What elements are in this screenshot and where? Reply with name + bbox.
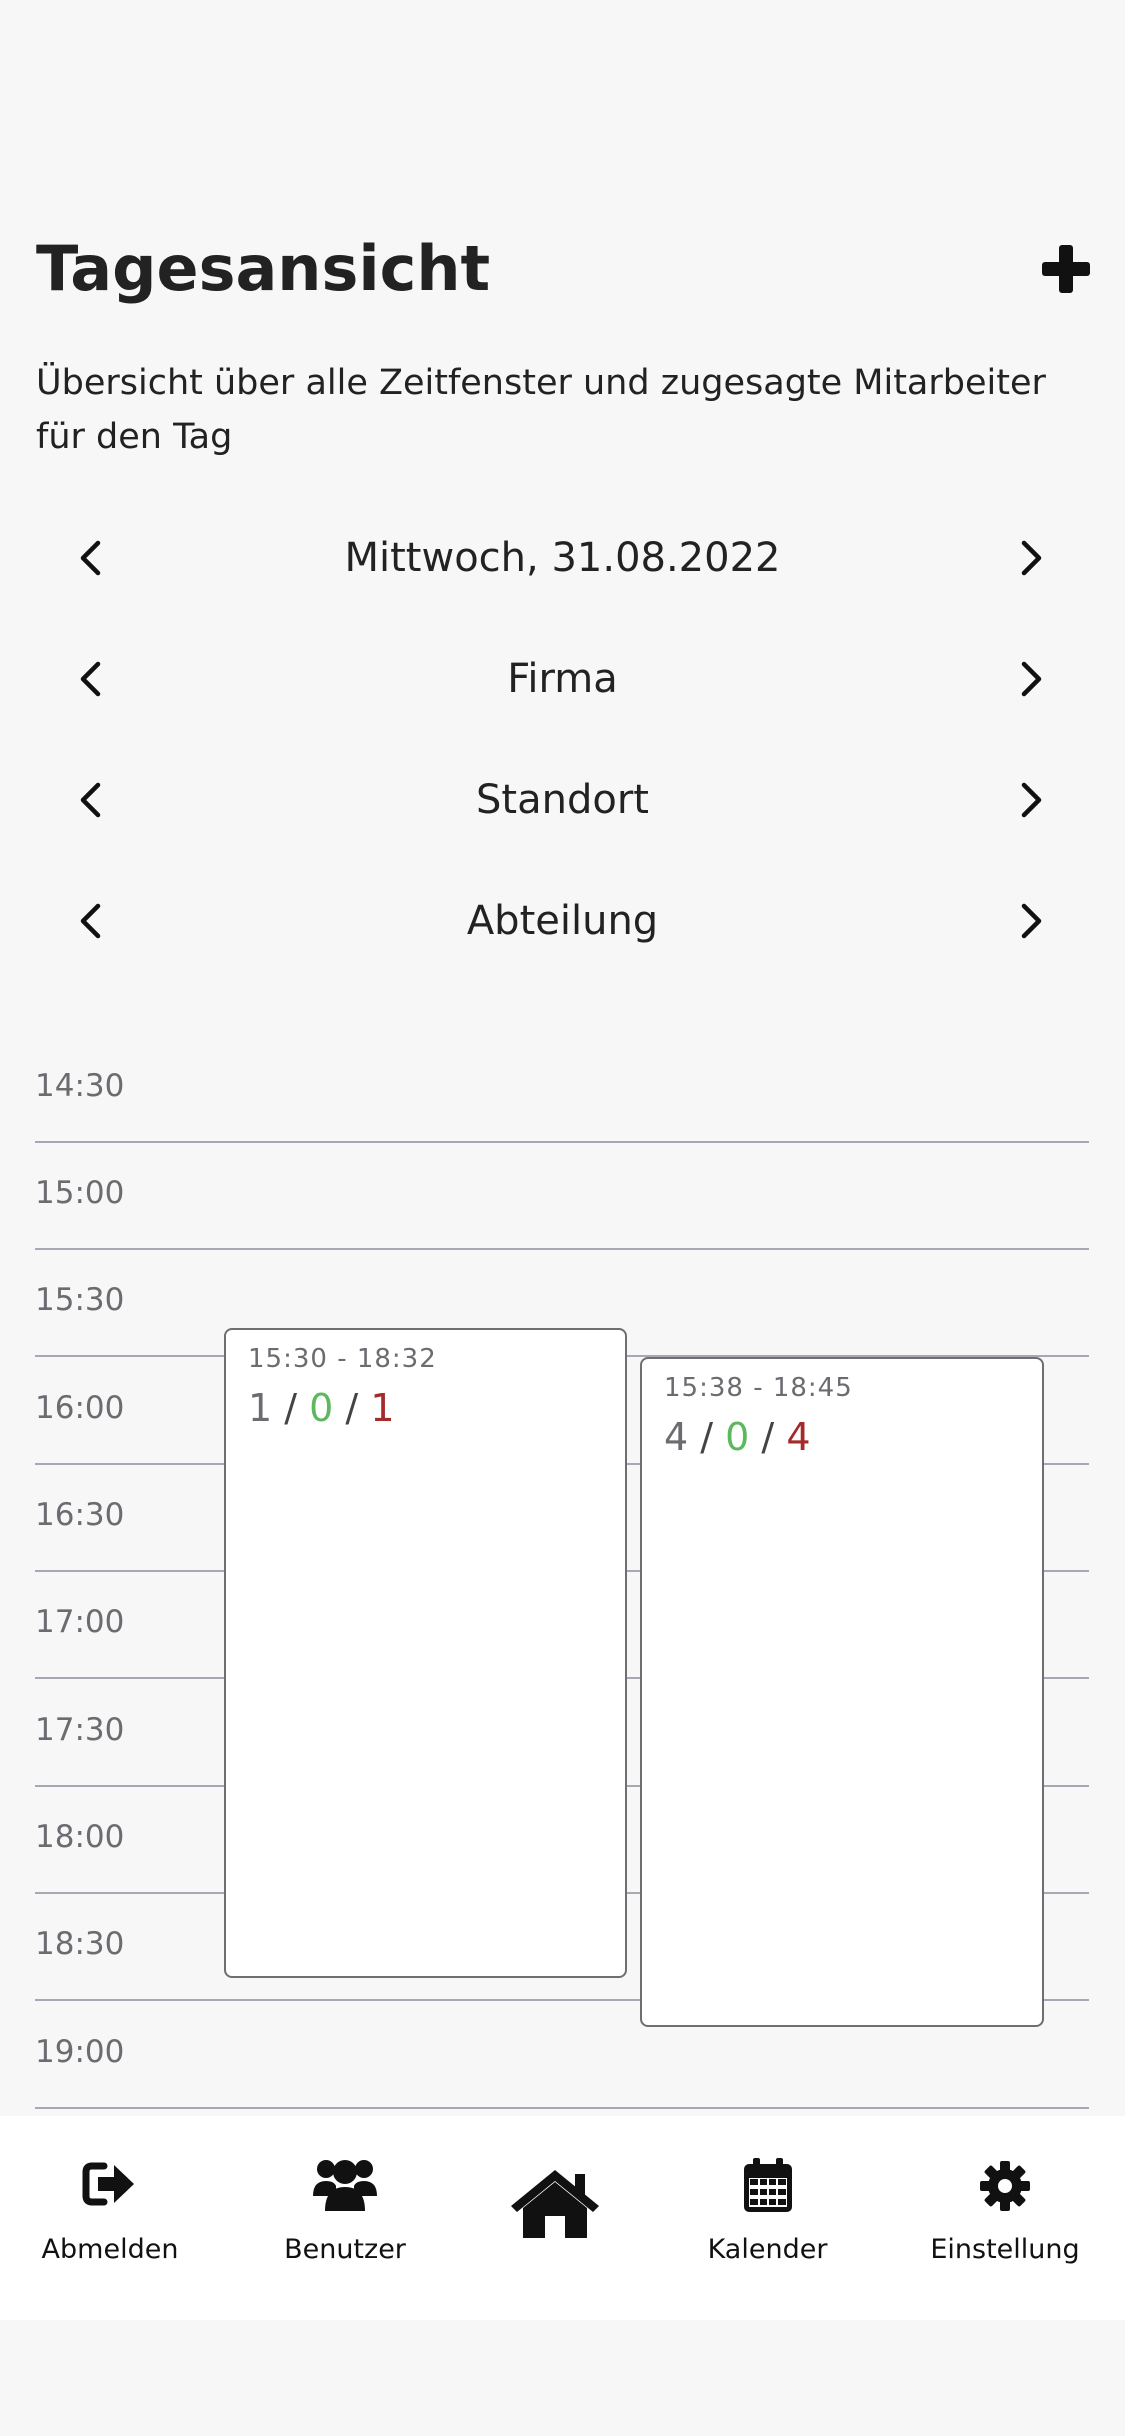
time-slot-divider bbox=[35, 1141, 1089, 1143]
date-selector: Mittwoch, 31.08.2022 bbox=[0, 518, 1125, 598]
time-slot-label: 15:30 bbox=[35, 1282, 125, 1318]
previous-department-button[interactable] bbox=[66, 897, 114, 945]
nav-logout[interactable]: Abmelden bbox=[20, 2116, 200, 2320]
total-count: 4 bbox=[664, 1415, 689, 1459]
plus-icon bbox=[1042, 245, 1090, 293]
nav-calendar-label: Kalender bbox=[707, 2234, 828, 2265]
time-window-range: 15:38 - 18:45 bbox=[664, 1373, 853, 1403]
time-slot-label: 16:00 bbox=[35, 1390, 125, 1426]
chevron-left-icon bbox=[80, 903, 101, 939]
page-title: Tagesansicht bbox=[36, 232, 491, 305]
time-window-card[interactable]: 15:30 - 18:32 1 / 0 / 1 bbox=[224, 1328, 627, 1978]
nav-calendar[interactable]: Kalender bbox=[680, 2116, 855, 2320]
open-count: 4 bbox=[786, 1415, 811, 1459]
previous-location-button[interactable] bbox=[66, 776, 114, 824]
calendar-icon bbox=[743, 2158, 792, 2212]
time-slot-label: 16:30 bbox=[35, 1497, 125, 1533]
location-label: Standort bbox=[476, 777, 649, 823]
add-button[interactable] bbox=[1040, 243, 1092, 295]
chevron-right-icon bbox=[1021, 782, 1042, 818]
previous-company-button[interactable] bbox=[66, 655, 114, 703]
next-department-button[interactable] bbox=[1008, 897, 1056, 945]
chevron-right-icon bbox=[1021, 903, 1042, 939]
time-slot-label: 19:00 bbox=[35, 2034, 125, 2070]
open-count: 1 bbox=[370, 1386, 395, 1430]
chevron-left-icon bbox=[80, 661, 101, 697]
bottom-navigation: Abmelden Benutzer Kalender Einstellung bbox=[0, 2116, 1125, 2320]
accepted-count: 0 bbox=[309, 1386, 334, 1430]
nav-logout-label: Abmelden bbox=[41, 2234, 179, 2265]
time-slot-label: 18:30 bbox=[35, 1926, 125, 1962]
day-view-screen: Tagesansicht Übersicht über alle Zeitfen… bbox=[0, 0, 1125, 2436]
nav-home[interactable] bbox=[500, 2116, 610, 2320]
home-icon bbox=[511, 2170, 599, 2238]
next-location-button[interactable] bbox=[1008, 776, 1056, 824]
nav-users[interactable]: Benutzer bbox=[255, 2116, 435, 2320]
company-label: Firma bbox=[507, 656, 618, 702]
time-window-range: 15:30 - 18:32 bbox=[248, 1344, 437, 1374]
nav-settings-label: Einstellung bbox=[930, 2234, 1080, 2265]
chevron-right-icon bbox=[1021, 661, 1042, 697]
users-icon bbox=[313, 2160, 377, 2211]
chevron-right-icon bbox=[1021, 540, 1042, 576]
total-count: 1 bbox=[248, 1386, 273, 1430]
next-company-button[interactable] bbox=[1008, 655, 1056, 703]
staff-counts: 1 / 0 / 1 bbox=[248, 1386, 395, 1430]
logout-icon bbox=[82, 2162, 134, 2206]
department-label: Abteilung bbox=[466, 898, 659, 944]
location-selector: Standort bbox=[0, 760, 1125, 840]
time-slot-label: 14:30 bbox=[35, 1068, 125, 1104]
next-date-button[interactable] bbox=[1008, 534, 1056, 582]
staff-counts: 4 / 0 / 4 bbox=[664, 1415, 811, 1459]
company-selector: Firma bbox=[0, 639, 1125, 719]
day-timeline: 14:30 15:00 15:30 16:00 16:30 17:00 17:3… bbox=[0, 1040, 1125, 2109]
date-label: Mittwoch, 31.08.2022 bbox=[344, 535, 781, 581]
chevron-left-icon bbox=[80, 782, 101, 818]
nav-users-label: Benutzer bbox=[284, 2234, 406, 2265]
time-slot-divider bbox=[35, 2107, 1089, 2109]
time-slot-label: 17:30 bbox=[35, 1712, 125, 1748]
chevron-left-icon bbox=[80, 540, 101, 576]
time-slot-divider bbox=[35, 1248, 1089, 1250]
page-description: Übersicht über alle Zeitfenster und zuge… bbox=[36, 363, 1046, 457]
time-slot-label: 15:00 bbox=[35, 1175, 125, 1211]
time-slot-label: 17:00 bbox=[35, 1604, 125, 1640]
gear-icon bbox=[980, 2161, 1030, 2211]
time-window-card[interactable]: 15:38 - 18:45 4 / 0 / 4 bbox=[640, 1357, 1044, 2027]
department-selector: Abteilung bbox=[0, 881, 1125, 961]
time-slot-label: 18:00 bbox=[35, 1819, 125, 1855]
nav-settings[interactable]: Einstellung bbox=[910, 2116, 1100, 2320]
previous-date-button[interactable] bbox=[66, 534, 114, 582]
accepted-count: 0 bbox=[725, 1415, 750, 1459]
